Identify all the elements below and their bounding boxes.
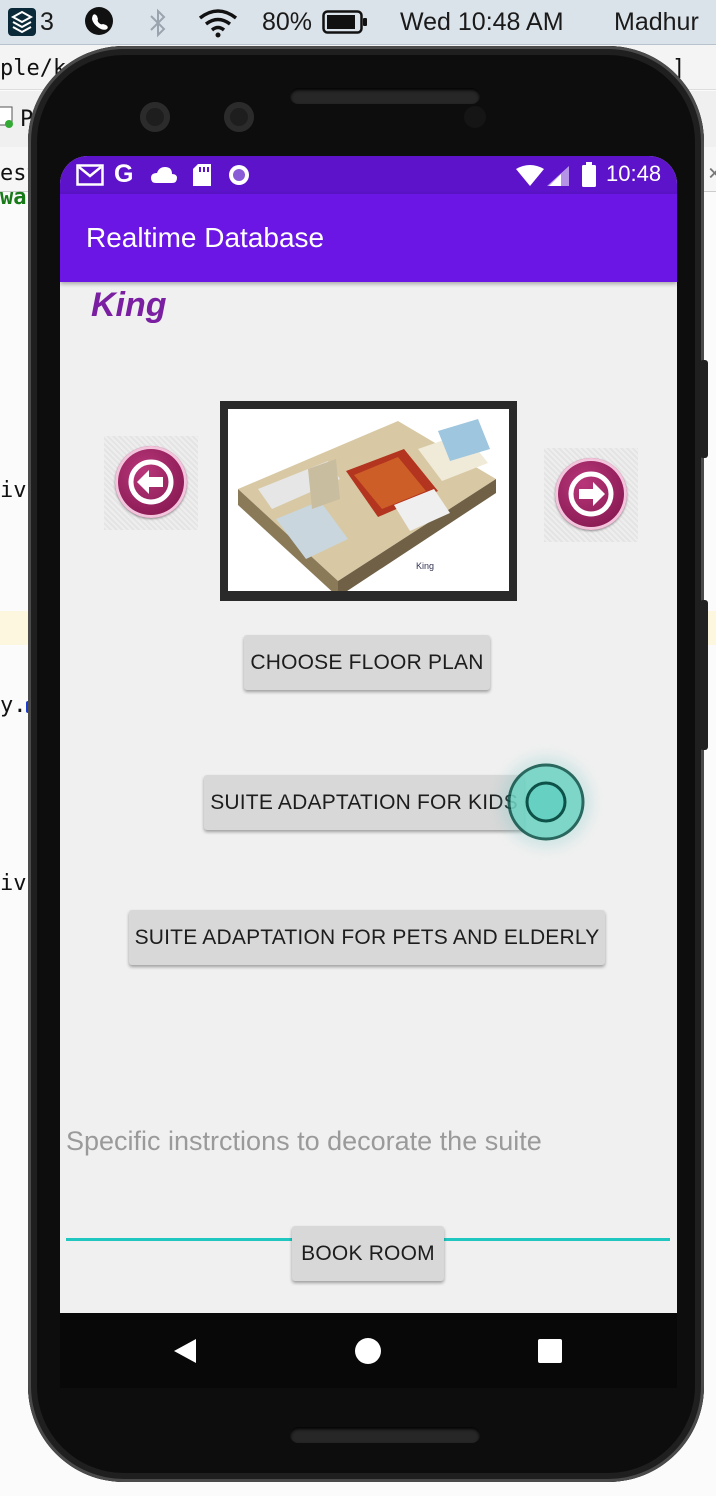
back-icon[interactable]: [172, 1337, 198, 1370]
book-room-button[interactable]: BOOK ROOM: [292, 1226, 444, 1281]
mac-menubar: 3 80% Wed 10:48 AM Madhur: [0, 0, 716, 45]
floor-plan-image: King: [220, 401, 517, 601]
home-icon[interactable]: [354, 1337, 382, 1370]
floor-plan-picture: King: [228, 409, 509, 597]
layers-icon[interactable]: [6, 6, 38, 43]
file-icon: [0, 105, 14, 134]
recents-icon[interactable]: [538, 1339, 562, 1368]
volume-button: [700, 600, 708, 750]
ide-line-y: y.: [0, 693, 27, 718]
wifi-icon: [515, 165, 545, 192]
stack-count: 3: [40, 8, 54, 36]
ide-close-icon[interactable]: ×: [708, 161, 716, 186]
menubar-user[interactable]: Madhur: [614, 8, 699, 37]
touch-indicator: [506, 762, 586, 842]
app-title: Realtime Database: [86, 222, 325, 253]
decoration-instructions-input[interactable]: Specific instrctions to decorate the sui…: [66, 1126, 542, 1157]
arrow-right-icon: [555, 458, 627, 530]
next-room-button[interactable]: [544, 448, 638, 542]
proximity-sensor-icon: [464, 106, 486, 128]
suite-pets-elderly-button[interactable]: SUITE ADAPTATION FOR PETS AND ELDERLY: [129, 910, 605, 965]
bluetooth-icon[interactable]: [148, 8, 168, 43]
gmail-icon: [76, 164, 104, 191]
previous-room-button[interactable]: [104, 436, 198, 530]
cloud-icon: [150, 166, 178, 189]
choose-floor-plan-button[interactable]: CHOOSE FLOOR PLAN: [244, 635, 490, 690]
status-time: 10:48: [606, 161, 662, 186]
android-status-bar: G 10:48: [60, 156, 677, 194]
arrow-left-icon: [115, 446, 187, 518]
ide-line-wa: wa: [0, 185, 27, 210]
power-button: [700, 360, 708, 458]
top-speaker: [290, 88, 480, 104]
front-camera-icon: [140, 102, 170, 132]
google-icon: G: [114, 160, 134, 188]
sd-card-icon: [192, 163, 212, 192]
battery-icon: [581, 162, 597, 193]
battery-percent: 80%: [262, 8, 313, 36]
wifi-icon[interactable]: [196, 6, 240, 43]
menubar-clock[interactable]: Wed 10:48 AM: [400, 8, 564, 37]
suite-kids-button[interactable]: SUITE ADAPTATION FOR KIDS: [204, 775, 524, 830]
battery-icon[interactable]: [322, 10, 368, 39]
viber-icon[interactable]: [82, 5, 116, 44]
bottom-speaker: [290, 1427, 480, 1443]
floor-plan-caption: King: [416, 561, 434, 571]
room-type-title: King: [91, 286, 167, 324]
android-nav-bar: [60, 1313, 677, 1388]
signal-icon: [546, 165, 570, 192]
record-icon: [228, 164, 250, 191]
front-sensor-icon: [224, 102, 254, 132]
